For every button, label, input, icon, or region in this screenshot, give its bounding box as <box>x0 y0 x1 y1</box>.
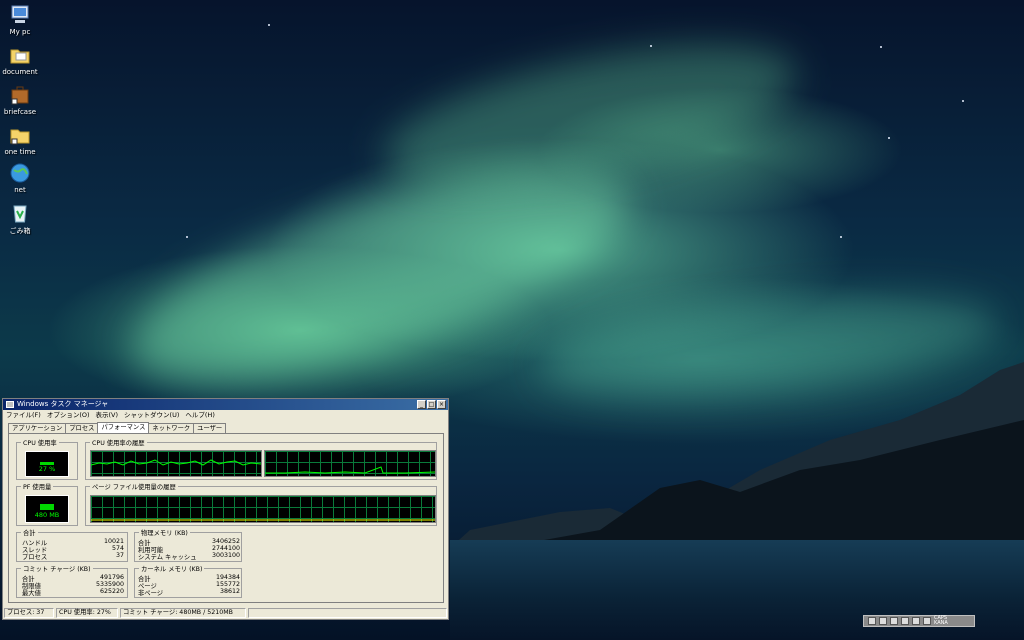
window-title: Windows タスク マネージャ <box>17 400 109 408</box>
tab-networking[interactable]: ネットワーク <box>148 423 195 433</box>
commit-charge-group: コミット チャージ (KB) 合計 491796 制限値 5335900 最大値 62… <box>16 564 128 598</box>
status-empty <box>248 608 447 618</box>
close-button[interactable]: × <box>437 400 446 409</box>
desktop-icon-briefcase[interactable]: briefcase <box>0 84 40 116</box>
stat-row: システム キャッシュ 3003100 <box>138 552 240 561</box>
globe-icon <box>9 162 31 184</box>
group-title: PF 使用量 <box>21 482 54 491</box>
desktop-icon-label: net <box>14 186 26 194</box>
cpu-history-line <box>90 459 262 466</box>
minimize-button[interactable]: _ <box>417 400 426 409</box>
status-cpu: CPU 使用率: 27% <box>56 608 118 618</box>
menu-view[interactable]: 表示(V) <box>96 410 119 420</box>
task-manager-window: Windows タスク マネージャ _ □ × ファイル(F) オプション(O)… <box>2 398 449 620</box>
status-bar: プロセス: 37 CPU 使用率: 27% コミット チャージ: 480MB /… <box>4 608 447 618</box>
cpu-meter-value: 27 % <box>38 465 56 473</box>
stat-value: 37 <box>115 552 124 559</box>
stat-label: システム キャッシュ <box>138 554 197 561</box>
status-processes: プロセス: 37 <box>4 608 54 618</box>
kana-label: KANA <box>934 620 948 626</box>
stat-value: 38612 <box>219 588 240 595</box>
title-bar[interactable]: Windows タスク マネージャ _ □ × <box>3 399 448 410</box>
cpu-meter: 27 % <box>25 451 69 477</box>
desktop-icon-net[interactable]: net <box>0 162 40 194</box>
app-icon <box>6 401 14 408</box>
language-bar: CAPS KANA <box>863 615 975 627</box>
status-commit: コミット チャージ: 480MB / 5210MB <box>120 608 246 618</box>
desktop-icon-label: ごみ箱 <box>9 227 31 235</box>
pad-icon[interactable] <box>890 617 898 625</box>
menu-options[interactable]: オプション(O) <box>47 410 90 420</box>
stat-label: 最大値 <box>22 590 41 597</box>
cpu-usage-group: CPU 使用率 27 % <box>16 438 78 480</box>
cpu-history-line <box>265 466 436 474</box>
maximize-button[interactable]: □ <box>427 400 436 409</box>
folder-icon <box>9 44 31 66</box>
help-icon[interactable] <box>923 617 931 625</box>
menu-shutdown[interactable]: シャットダウン(U) <box>124 410 179 420</box>
recycle-bin-icon <box>9 202 31 224</box>
group-title: CPU 使用率 <box>21 438 59 447</box>
performance-panel: CPU 使用率 27 % CPU 使用率の履歴 PF 使用量 480 MB ペー… <box>8 433 444 603</box>
cpu-history-graph-1 <box>90 450 262 477</box>
desktop-icon-label: briefcase <box>3 108 37 116</box>
tab-performance[interactable]: パフォーマンス <box>97 422 150 433</box>
desktop-icon-one-time[interactable]: one time <box>0 124 40 156</box>
briefcase-icon <box>9 84 31 106</box>
folder-icon <box>9 124 31 146</box>
kernel-memory-group: カーネル メモリ (KB) 合計 194384 ページ 155772 非ページ 386… <box>134 564 242 598</box>
caps-kana-indicator: CAPS KANA <box>934 616 948 626</box>
pf-meter: 480 MB <box>25 495 69 523</box>
ime-icon[interactable] <box>868 617 876 625</box>
tab-strip: アプリケーション プロセス パフォーマンス ネットワーク ユーザー <box>8 422 227 433</box>
stat-label: プロセス <box>22 554 48 561</box>
settings-icon[interactable] <box>879 617 887 625</box>
stat-value: 625220 <box>99 588 124 595</box>
pf-usage-group: PF 使用量 480 MB <box>16 482 78 526</box>
dictionary-icon[interactable] <box>901 617 909 625</box>
group-title: 合計 <box>21 528 38 537</box>
pf-history-graph <box>90 495 436 523</box>
stat-row: プロセス 37 <box>22 552 124 561</box>
desktop-icon-label: document <box>2 68 38 76</box>
pf-meter-value: 480 MB <box>34 511 60 519</box>
totals-group: 合計 ハンドル 10021 スレッド 574 プロセス 37 <box>16 528 128 562</box>
menu-file[interactable]: ファイル(F) <box>6 410 41 420</box>
group-title: カーネル メモリ (KB) <box>139 564 205 573</box>
pf-history-line <box>91 519 435 521</box>
tab-users[interactable]: ユーザー <box>193 423 227 433</box>
tab-applications[interactable]: アプリケーション <box>8 423 67 433</box>
stat-value: 3003100 <box>211 552 240 559</box>
menu-help[interactable]: ヘルプ(H) <box>185 410 214 420</box>
physical-memory-group: 物理メモリ (KB) 合計 3406252 利用可能 2744100 システム キャ… <box>134 528 242 562</box>
desktop-icon-label: My pc <box>9 28 31 36</box>
tool-icon[interactable] <box>912 617 920 625</box>
stat-label: 非ページ <box>138 590 164 597</box>
computer-icon <box>9 4 31 26</box>
group-title: コミット チャージ (KB) <box>21 564 93 573</box>
stat-row: 最大値 625220 <box>22 588 124 597</box>
menu-bar: ファイル(F) オプション(O) 表示(V) シャットダウン(U) ヘルプ(H) <box>3 410 448 420</box>
desktop-icon-label: one time <box>4 148 36 156</box>
desktop-icon-document[interactable]: document <box>0 44 40 76</box>
pf-meter-fill <box>40 504 54 510</box>
tab-processes[interactable]: プロセス <box>65 423 99 433</box>
group-title: CPU 使用率の履歴 <box>90 438 147 447</box>
cpu-history-graph-2 <box>264 450 436 477</box>
cpu-history-group: CPU 使用率の履歴 <box>85 438 437 480</box>
group-title: ページ ファイル使用量の履歴 <box>90 482 178 491</box>
desktop-icon-recycle-bin[interactable]: ごみ箱 <box>0 202 40 236</box>
desktop-icon-my-pc[interactable]: My pc <box>0 4 40 36</box>
stat-row: 非ページ 38612 <box>138 588 240 597</box>
pf-history-group: ページ ファイル使用量の履歴 <box>85 482 437 526</box>
group-title: 物理メモリ (KB) <box>139 528 190 537</box>
